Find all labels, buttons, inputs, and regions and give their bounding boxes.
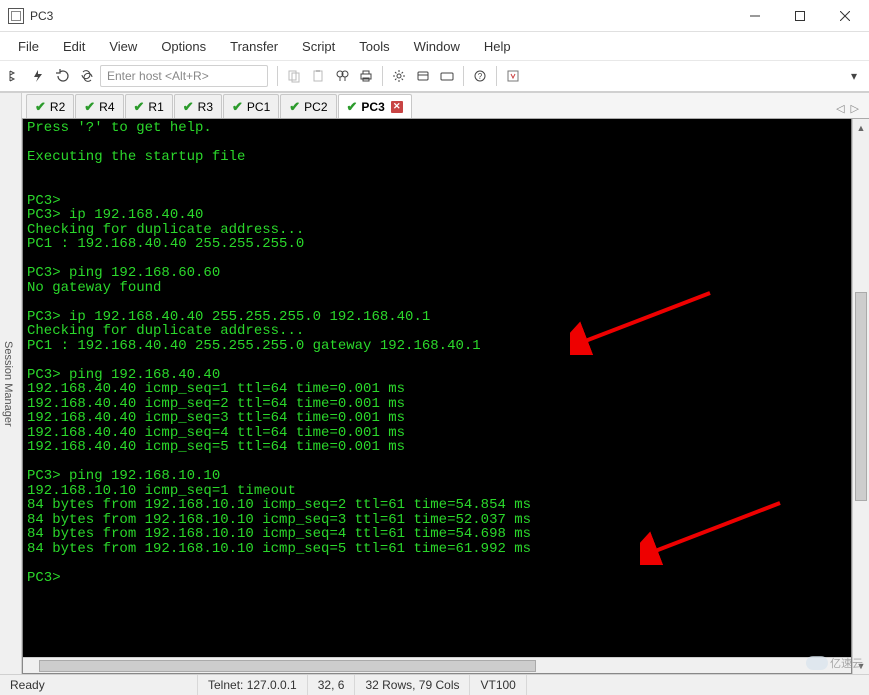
host-placeholder: Enter host <Alt+R> <box>107 69 209 83</box>
check-icon: ✔ <box>84 99 95 115</box>
menu-tools[interactable]: Tools <box>349 35 399 58</box>
tab-r3[interactable]: ✔R3 <box>174 94 222 118</box>
scroll-track[interactable] <box>853 136 869 657</box>
v-scrollbar[interactable]: ▲ ▼ <box>852 119 869 674</box>
menu-window[interactable]: Window <box>404 35 470 58</box>
menu-help[interactable]: Help <box>474 35 521 58</box>
session-options-icon[interactable] <box>412 65 434 87</box>
status-terminal-type: VT100 <box>470 675 526 695</box>
toolbar-separator <box>382 66 383 86</box>
check-icon: ✔ <box>134 99 145 115</box>
minimize-button[interactable] <box>732 1 777 31</box>
maximize-button[interactable] <box>777 1 822 31</box>
tab-r1[interactable]: ✔R1 <box>125 94 173 118</box>
print-icon[interactable] <box>355 65 377 87</box>
tab-r2[interactable]: ✔R2 <box>26 94 74 118</box>
check-icon: ✔ <box>183 99 194 115</box>
toolbar-overflow-icon[interactable]: ▾ <box>843 65 865 87</box>
host-input[interactable]: Enter host <Alt+R> <box>100 65 268 87</box>
menu-transfer[interactable]: Transfer <box>220 35 288 58</box>
watermark: 亿速云 <box>806 655 863 671</box>
check-icon: ✔ <box>289 99 300 115</box>
tab-pc1[interactable]: ✔PC1 <box>223 94 279 118</box>
scroll-up-icon[interactable]: ▲ <box>853 119 869 136</box>
statusbar: Ready Telnet: 127.0.0.1 32, 6 32 Rows, 7… <box>0 674 869 695</box>
quick-connect-icon[interactable] <box>28 65 50 87</box>
content-pane: ✔R2 ✔R4 ✔R1 ✔R3 ✔PC1 ✔PC2 ✔PC3✕ ◁ ▷ Pres… <box>22 92 869 674</box>
tab-pc2[interactable]: ✔PC2 <box>280 94 336 118</box>
tabbar: ✔R2 ✔R4 ✔R1 ✔R3 ✔PC1 ✔PC2 ✔PC3✕ ◁ ▷ <box>22 93 869 119</box>
terminal-output: Press '?' to get help. Executing the sta… <box>27 120 531 586</box>
menu-edit[interactable]: Edit <box>53 35 95 58</box>
securefx-icon[interactable] <box>502 65 524 87</box>
reconnect-icon[interactable] <box>52 65 74 87</box>
status-dimensions: 32 Rows, 79 Cols <box>355 675 470 695</box>
check-icon: ✔ <box>35 99 46 115</box>
h-scrollbar[interactable] <box>23 657 851 673</box>
h-scroll-thumb[interactable] <box>39 660 536 672</box>
find-icon[interactable] <box>331 65 353 87</box>
paste-icon[interactable] <box>307 65 329 87</box>
session-manager-tab[interactable]: Session Manager <box>0 92 22 674</box>
settings-icon[interactable] <box>388 65 410 87</box>
close-button[interactable] <box>822 1 867 31</box>
svg-text:?: ? <box>478 72 483 81</box>
toolbar-separator <box>277 66 278 86</box>
connect-icon[interactable] <box>4 65 26 87</box>
app-icon <box>8 8 24 24</box>
copy-icon[interactable] <box>283 65 305 87</box>
status-ready: Ready <box>0 675 198 695</box>
tab-next-icon[interactable]: ▷ <box>851 102 859 115</box>
menu-file[interactable]: File <box>8 35 49 58</box>
terminal[interactable]: Press '?' to get help. Executing the sta… <box>22 119 852 674</box>
help-icon[interactable]: ? <box>469 65 491 87</box>
menu-script[interactable]: Script <box>292 35 345 58</box>
window-title: PC3 <box>30 9 732 23</box>
tab-r4[interactable]: ✔R4 <box>75 94 123 118</box>
reconnect-all-icon[interactable] <box>76 65 98 87</box>
menu-view[interactable]: View <box>99 35 147 58</box>
close-tab-icon[interactable]: ✕ <box>391 101 403 113</box>
main-area: Session Manager ✔R2 ✔R4 ✔R1 ✔R3 ✔PC1 ✔PC… <box>0 92 869 674</box>
check-icon: ✔ <box>232 99 243 115</box>
tab-prev-icon[interactable]: ◁ <box>836 102 844 115</box>
toolbar-separator <box>463 66 464 86</box>
toolbar-separator <box>496 66 497 86</box>
status-spacer <box>527 675 869 695</box>
menu-options[interactable]: Options <box>151 35 216 58</box>
tab-pc3[interactable]: ✔PC3✕ <box>338 94 412 118</box>
menubar: File Edit View Options Transfer Script T… <box>0 32 869 60</box>
status-telnet: Telnet: 127.0.0.1 <box>198 675 308 695</box>
check-icon: ✔ <box>347 99 358 115</box>
cloud-icon <box>806 656 828 670</box>
titlebar: PC3 <box>0 0 869 32</box>
status-cursor-pos: 32, 6 <box>308 675 356 695</box>
keyboard-icon[interactable] <box>436 65 458 87</box>
v-scroll-thumb[interactable] <box>855 292 867 500</box>
toolbar: Enter host <Alt+R> ? ▾ <box>0 60 869 92</box>
tab-nav: ◁ ▷ <box>836 102 865 118</box>
